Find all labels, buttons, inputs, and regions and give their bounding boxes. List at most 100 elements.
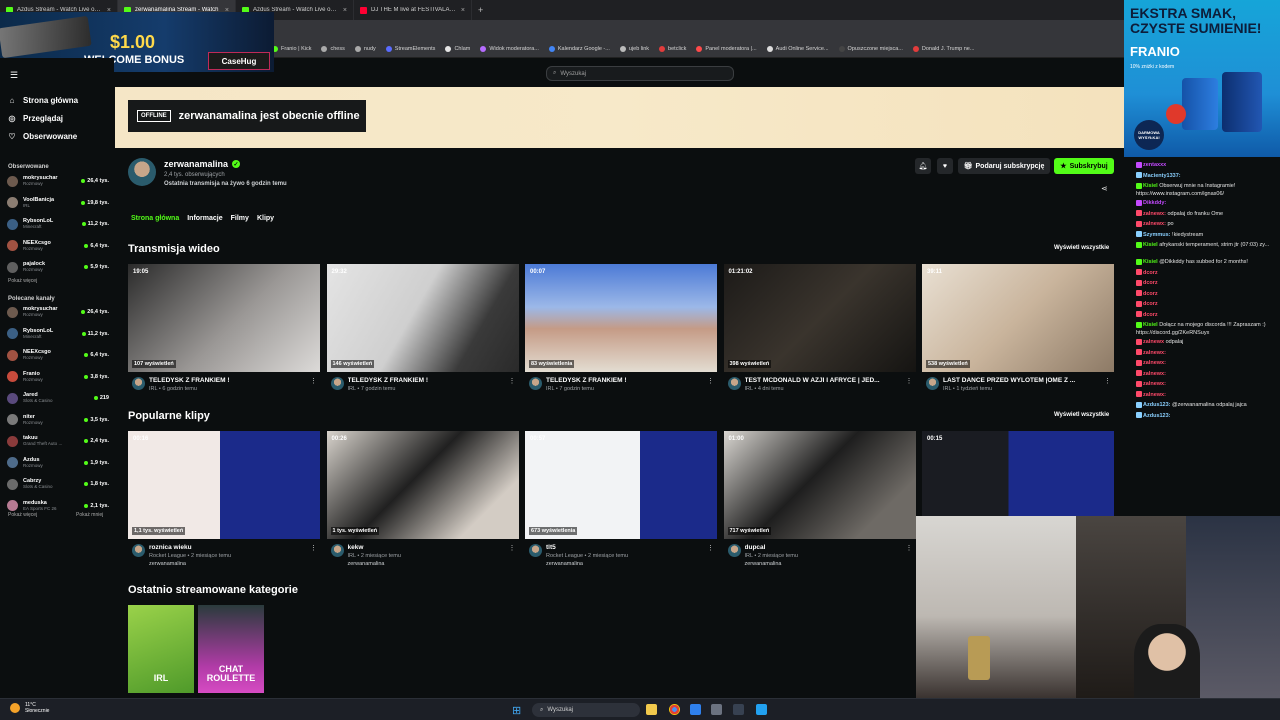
card-author[interactable]: zerwanamalina [149,561,186,567]
profile-tab[interactable]: Informacje [187,215,222,222]
bookmark-item[interactable]: Chlam [445,45,470,52]
notification-bell-button[interactable]: 🔔︎ [915,158,931,174]
card-title[interactable]: roznica wieku [149,544,309,551]
avatar[interactable] [529,544,542,557]
bookmark-item[interactable]: chess [321,45,345,52]
sidebar-channel-item[interactable]: Cabrzy Slots & Casino 1,8 tys. [7,476,109,492]
new-tab-button[interactable]: + [472,5,489,15]
chat-username[interactable]: Azdus123: [1143,402,1171,408]
share-icon[interactable]: ⋖ [1101,184,1108,193]
bookmark-item[interactable]: Kalendarz Google -... [548,45,610,52]
video-thumbnail[interactable]: 29:32 146 wyświetleń [326,264,519,372]
video-card[interactable]: 39:11 538 wyświetleń LAST DANCE PRZED WYLO… [922,264,1114,404]
terminal-icon[interactable] [733,704,744,715]
bookmark-item[interactable]: Donald J. Trump ne... [912,45,974,52]
clips-see-all-link[interactable]: Wyświetl wszystkie [1054,412,1109,418]
video-card[interactable]: 00:07 83 wyświetlenia TELEDYSK Z FRANKIEM … [525,264,717,404]
clip-card[interactable]: 00:26 1 tys. wyświetleń kekw IRL • 2 miesią… [326,431,519,571]
video-thumbnail[interactable]: 39:11 538 wyświetleń [922,264,1114,372]
chat-username[interactable]: Kisiel [1143,259,1158,265]
avatar[interactable] [727,377,741,390]
sidebar-channel-item[interactable]: NEEXcsgo Rozmowy 6,4 tys. [7,347,109,363]
chat-username[interactable]: Azdus123: [1143,413,1171,419]
browser-tab[interactable]: DJ THE M live at FESTIVALAND × [354,0,472,20]
menu-icon[interactable]: ☰ [10,70,18,81]
sidebar-channel-item[interactable]: takuu Grand Theft Auto ... 2,4 tys. [7,433,109,449]
category-card[interactable]: CHAT ROULETTE [198,605,264,693]
profile-tab[interactable]: Klipy [257,215,274,222]
card-title[interactable]: LAST DANCE PRZED WYLOTEM |OME Z ... [943,377,1103,384]
bookmark-item[interactable]: ujeb link [619,45,649,52]
chat-username[interactable]: zentaxxx [1143,162,1166,168]
video-thumbnail[interactable]: 19:05 107 wyświetleń [128,264,320,372]
card-title[interactable]: TELEDYSK Z FRANKIEM ! [348,377,508,384]
category-card[interactable]: IRL [128,605,194,693]
more-options-icon[interactable]: ⋮ [1104,377,1111,385]
sidebar-channel-item[interactable]: VoolBanicja IRL 19,8 tys. [7,195,109,211]
app-icon[interactable] [756,704,767,715]
profile-tab[interactable]: Filmy [231,215,249,222]
video-card[interactable]: 29:32 146 wyświetleń TELEDYSK Z FRANKIEM !… [326,264,519,404]
bookmark-item[interactable]: Panel moderatora |... [696,45,757,52]
bookmark-item[interactable]: StreamElements [385,45,435,52]
card-title[interactable]: kekw [348,544,508,551]
sidebar-channel-item[interactable]: niter Rozmowy 3,5 tys. [7,412,109,428]
bookmark-item[interactable]: betclick [659,45,686,52]
avatar[interactable] [132,377,145,390]
avatar[interactable] [330,377,344,390]
clip-thumbnail[interactable]: 01:00 717 wyświetleń [723,431,916,539]
video-thumbnail[interactable]: 00:07 83 wyświetlenia [525,264,717,372]
sidebar-channel-item[interactable]: RybsonLoL Minecraft 11,2 tys. [7,216,109,232]
bookmark-item[interactable]: nudy [354,45,376,52]
chat-username[interactable]: Kisiel [1143,322,1158,328]
bookmark-item[interactable]: Widok moderatora... [480,45,539,52]
chat-username[interactable]: Kisiel [1143,183,1158,189]
chat-username[interactable]: zalnewx: [1143,381,1166,387]
sidebar-channel-item[interactable]: Jared Slots & Casino 219 [7,390,109,406]
follow-heart-button[interactable]: ♥ [937,158,953,174]
more-options-icon[interactable]: ⋮ [310,377,317,385]
chat-username[interactable]: Szymmus: [1143,232,1171,238]
chat-username[interactable]: dcorz [1143,280,1158,286]
chat-username[interactable]: zalnewx: [1143,360,1166,366]
card-title[interactable]: tlt5 [546,544,706,551]
clip-card[interactable]: 01:00 717 wyświetleń dupcal IRL • 2 miesiąc… [723,431,916,571]
sidebar-channel-item[interactable]: NEEXcsgo Rozmowy 6,4 tys. [7,238,109,254]
more-options-icon[interactable]: ⋮ [707,377,714,385]
chat-username[interactable]: zalnewx [1143,339,1164,345]
sidebar-channel-item[interactable]: Azdus Rozmowy 1,9 tys. [7,455,109,471]
chat-username[interactable]: Kisiel [1143,242,1158,248]
sidebar-nav-item[interactable]: ◎ Przeglądaj [8,114,64,123]
chat-username[interactable]: dcorz [1143,301,1158,307]
show-more-recommended[interactable]: Pokaż więcej [8,512,37,518]
video-card[interactable]: 01:21:02 398 wyświetleń TEST MCDONALD W AZ… [723,264,916,404]
file-explorer-icon[interactable] [646,704,657,715]
avatar[interactable] [926,377,939,390]
more-options-icon[interactable]: ⋮ [310,544,317,552]
bookmark-item[interactable]: Franio | Kick [272,45,311,52]
card-title[interactable]: TEST MCDONALD W AZJI I AFRYCE | JED... [745,377,905,384]
clip-thumbnail[interactable]: 00:26 1 tys. wyświetleń [326,431,519,539]
chat-username[interactable]: Dikkddy: [1143,200,1166,206]
more-options-icon[interactable]: ⋮ [906,377,913,385]
card-title[interactable]: TELEDYSK Z FRANKIEM ! [546,377,706,384]
sidebar-channel-item[interactable]: Franio Rozmowy 3,8 tys. [7,369,109,385]
avatar[interactable] [330,544,344,557]
avatar[interactable] [529,377,542,390]
clip-card[interactable]: 00:16 1,1 tys. wyświetleń roznica wieku Roc… [128,431,320,571]
sidebar-nav-item[interactable]: ⌂ Strona główna [8,96,79,105]
sidebar-nav-item[interactable]: ♡ Obserwowane [8,132,77,141]
bookmark-item[interactable]: Opuszczone miejsca... [838,45,903,52]
app-icon[interactable] [690,704,701,715]
sidebar-channel-item[interactable]: pajalock Rozmowy 5,9 tys. [7,259,109,275]
chat-username[interactable]: zalnewx: [1143,371,1166,377]
gift-sub-button[interactable]: 🎁︎ Podaruj subskrypcję [958,158,1050,174]
clip-thumbnail[interactable]: 00:16 1,1 tys. wyświetleń [128,431,320,539]
chat-username[interactable]: zalnewx: [1143,350,1166,356]
card-author[interactable]: zerwanamalina [745,561,782,567]
search-input[interactable]: ⌕ Wyszukaj [546,66,734,81]
chat-username[interactable]: zalnewx: [1143,221,1166,227]
bookmark-item[interactable]: Audi Online Service... [766,45,829,52]
avatar[interactable] [727,544,741,557]
video-card[interactable]: 19:05 107 wyświetleń TELEDYSK Z FRANKIEM !… [128,264,320,404]
